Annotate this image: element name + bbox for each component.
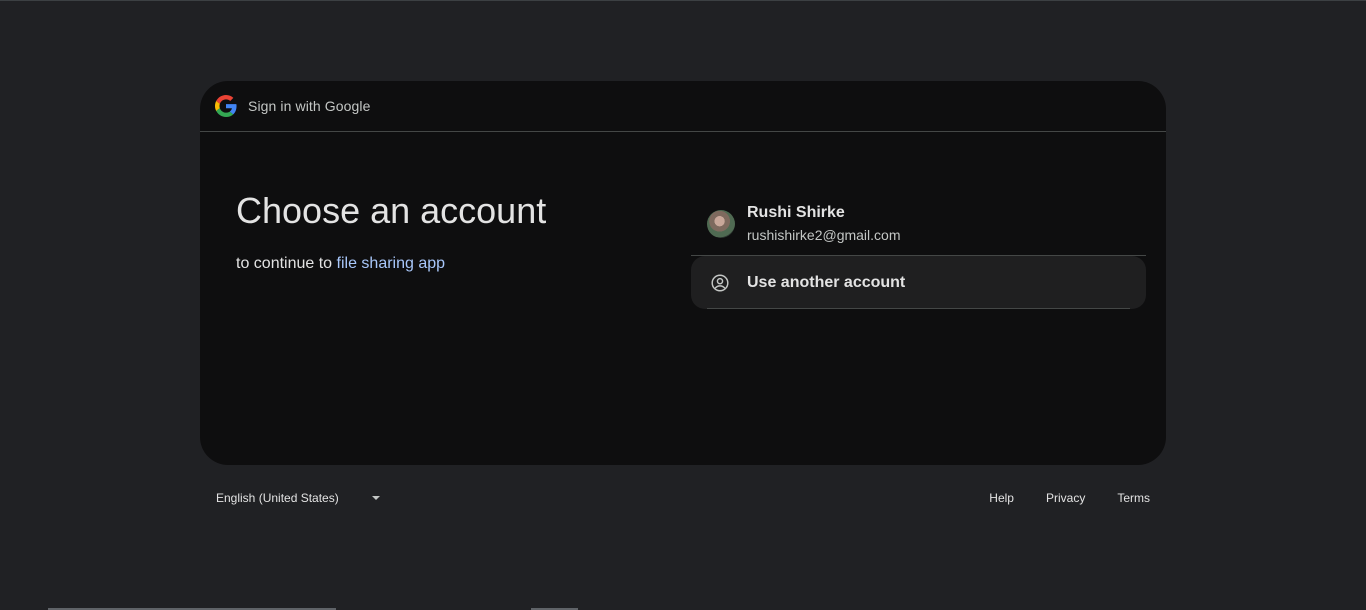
- account-list: Rushi Shirke rushishirke2@gmail.com Use …: [691, 193, 1146, 309]
- google-g-icon: [215, 95, 237, 117]
- language-label: English (United States): [216, 491, 339, 505]
- card-header: Sign in with Google: [200, 81, 1166, 132]
- subtitle-prefix: to continue to: [236, 255, 333, 272]
- avatar: [707, 210, 735, 238]
- page-title: Choose an account: [236, 190, 547, 231]
- header-title: Sign in with Google: [248, 98, 371, 114]
- account-email: rushishirke2@gmail.com: [747, 227, 901, 243]
- terms-link[interactable]: Terms: [1117, 491, 1150, 505]
- help-link[interactable]: Help: [989, 491, 1014, 505]
- continue-subtitle: to continue to file sharing app: [236, 255, 656, 273]
- account-name: Rushi Shirke: [747, 204, 845, 221]
- footer-links: Help Privacy Terms: [957, 491, 1166, 505]
- app-name-link[interactable]: file sharing app: [337, 255, 446, 272]
- use-another-account-button[interactable]: Use another account: [691, 256, 1146, 309]
- dropdown-arrow-icon: [371, 496, 380, 500]
- footer: English (United States) Help Privacy Ter…: [200, 483, 1166, 513]
- sign-in-card: Sign in with Google Choose an account to…: [200, 81, 1166, 465]
- account-circle-icon: [709, 272, 731, 294]
- page: Sign in with Google Choose an account to…: [0, 0, 1366, 610]
- intro-section: Choose an account to continue to file sh…: [236, 189, 656, 273]
- use-another-account-label: Use another account: [747, 273, 906, 291]
- privacy-link[interactable]: Privacy: [1046, 491, 1085, 505]
- account-item[interactable]: Rushi Shirke rushishirke2@gmail.com: [691, 193, 1146, 256]
- account-details: Rushi Shirke rushishirke2@gmail.com: [747, 203, 900, 245]
- language-selector[interactable]: English (United States): [200, 491, 380, 505]
